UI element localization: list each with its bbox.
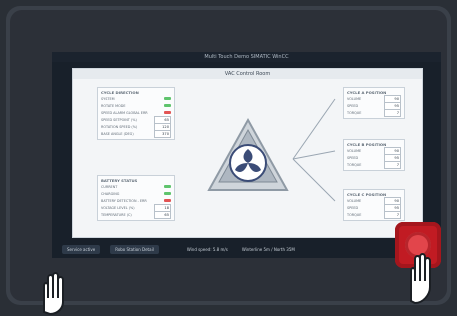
wind-speed: Wind speed: 5.8 m/s xyxy=(186,246,228,252)
screen-topbar: Multi Touch Demo SIMATIC WinCC xyxy=(52,52,441,62)
control-panel: VAC Control Room CYCLE DIRECTION SYSTEM … xyxy=(72,68,423,238)
right-hand-icon xyxy=(410,253,431,305)
connector-lines xyxy=(292,98,336,202)
station-button[interactable]: Robo Station Detail xyxy=(110,244,159,254)
device-body: Multi Touch Demo SIMATIC WinCC VAC Contr… xyxy=(10,10,447,316)
service-status: Service active xyxy=(62,244,101,254)
winterline-status: Winterline 5m / North 35M xyxy=(241,246,295,252)
screen-title: Multi Touch Demo SIMATIC WinCC xyxy=(204,54,289,60)
status-bar: Service active Robo Station Detail Wind … xyxy=(52,240,441,258)
left-hand-icon xyxy=(43,272,64,316)
hmi-screen: Multi Touch Demo SIMATIC WinCC VAC Contr… xyxy=(52,52,441,258)
